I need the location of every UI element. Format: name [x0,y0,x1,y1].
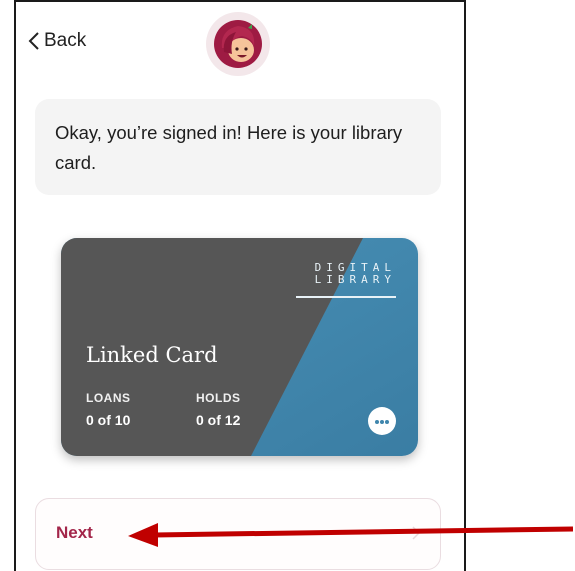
card-name: Linked Card [86,343,218,367]
brand-underline [296,296,396,298]
app-logo-icon [206,12,270,76]
loans-label: LOANS [86,391,131,405]
brand-line-2: LIBRARY [314,273,396,286]
back-label: Back [44,30,87,51]
digital-library-logo: DIGITAL LIBRARY [315,262,396,286]
more-options-button[interactable] [368,407,396,435]
library-card[interactable]: DIGITAL LIBRARY Linked Card LOANS 0 of 1… [61,238,418,456]
annotation-arrow [128,523,573,547]
holds-value: 0 of 12 [196,412,241,428]
signed-in-message: Okay, you’re signed in! Here is your lib… [35,99,441,195]
more-options-icon [374,412,390,430]
chevron-left-icon [28,31,40,51]
screenshot-frame: Back Okay, you’re signed in! Here is you… [0,0,575,571]
message-text: Okay, you’re signed in! Here is your lib… [55,122,403,173]
back-button[interactable]: Back [28,30,86,52]
holds-label: HOLDS [196,391,241,405]
loans-value: 0 of 10 [86,412,131,428]
next-label: Next [56,523,93,542]
